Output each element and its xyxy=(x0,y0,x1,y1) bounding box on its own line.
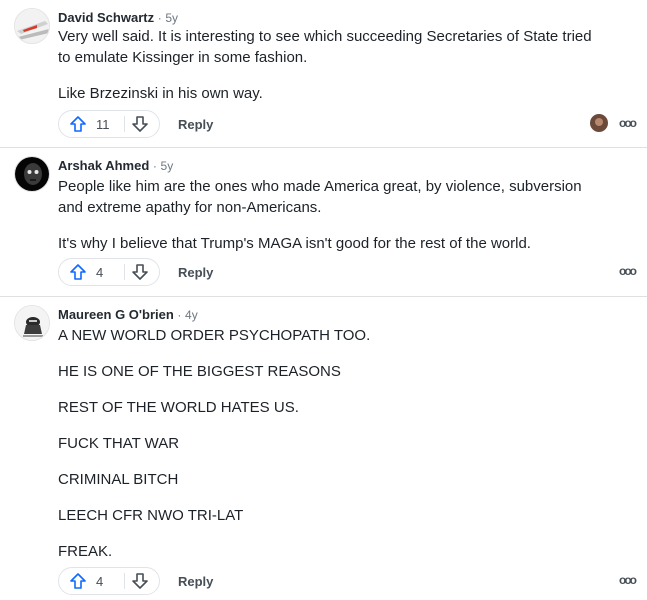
upvote-count: 4 xyxy=(96,264,104,280)
vote-divider xyxy=(124,573,125,589)
comment-item: Maureen G O'brien · 4y A NEW WORLD ORDER… xyxy=(0,297,647,600)
thumbs-up-icon xyxy=(69,572,87,590)
comment-paragraph: FREAK. xyxy=(58,543,113,560)
reply-button[interactable]: Reply xyxy=(178,574,213,589)
thumbs-down-icon xyxy=(131,572,149,590)
downvote-button[interactable] xyxy=(131,259,149,285)
comment-paragraph: People like him are the ones who made Am… xyxy=(58,178,582,216)
comment-body: A NEW WORLD ORDER PSYCHOPATH TOO. HE IS … xyxy=(58,325,607,577)
vote-divider xyxy=(124,264,125,280)
thumbs-down-icon xyxy=(131,263,149,281)
vote-divider xyxy=(124,116,125,132)
thumbs-up-icon xyxy=(69,115,87,133)
vote-box: 4 xyxy=(58,258,160,286)
comment-header: Arshak Ahmed · 5y xyxy=(58,158,173,173)
avatar[interactable] xyxy=(14,8,50,44)
thumbs-up-icon xyxy=(69,263,87,281)
more-options-button[interactable]: ooo xyxy=(619,116,637,130)
timestamp: 4y xyxy=(185,308,198,322)
comment-paragraph: Very well said. It is interesting to see… xyxy=(58,28,592,66)
avatar[interactable] xyxy=(14,156,50,192)
avatar[interactable] xyxy=(14,305,50,341)
upvote-button[interactable]: 4 xyxy=(59,568,103,594)
comment-item: Arshak Ahmed · 5y People like him are th… xyxy=(0,148,647,297)
comment-paragraph: LEECH CFR NWO TRI-LAT xyxy=(58,507,244,524)
upvote-count: 4 xyxy=(96,573,104,589)
comment-item: David Schwartz · 5y Very well said. It i… xyxy=(0,0,647,148)
comment-paragraph: A NEW WORLD ORDER PSYCHOPATH TOO. xyxy=(58,327,371,344)
author-name[interactable]: Arshak Ahmed xyxy=(58,158,149,173)
author-name[interactable]: David Schwartz xyxy=(58,10,154,25)
comment-body: People like him are the ones who made Am… xyxy=(58,176,607,269)
reply-button[interactable]: Reply xyxy=(178,265,213,280)
comment-paragraph: HE IS ONE OF THE BIGGEST REASONS xyxy=(58,363,341,380)
downvote-button[interactable] xyxy=(131,568,149,594)
comment-paragraph: It's why I believe that Trump's MAGA isn… xyxy=(58,235,531,252)
comment-paragraph: CRIMINAL BITCH xyxy=(58,471,179,488)
upvote-count: 11 xyxy=(96,116,110,132)
author-name[interactable]: Maureen G O'brien xyxy=(58,307,174,322)
comment-header: Maureen G O'brien · 4y xyxy=(58,307,198,322)
thumbs-down-icon xyxy=(131,115,149,133)
upvote-button[interactable]: 4 xyxy=(59,259,103,285)
comment-header: David Schwartz · 5y xyxy=(58,10,178,25)
downvote-button[interactable] xyxy=(131,111,149,137)
more-options-button[interactable]: ooo xyxy=(619,264,637,278)
separator: · xyxy=(177,308,182,322)
reply-button[interactable]: Reply xyxy=(178,117,213,132)
more-options-button[interactable]: ooo xyxy=(619,573,637,587)
comment-body: Very well said. It is interesting to see… xyxy=(58,26,607,119)
replier-avatar[interactable] xyxy=(590,114,608,132)
timestamp: 5y xyxy=(165,11,179,25)
upvote-button[interactable]: 11 xyxy=(59,111,110,137)
comment-paragraph: FUCK THAT WAR xyxy=(58,435,180,452)
vote-box: 4 xyxy=(58,567,160,595)
timestamp: 5y xyxy=(160,159,174,173)
separator: · xyxy=(152,159,157,173)
comment-paragraph: Like Brzezinski in his own way. xyxy=(58,85,263,102)
separator: · xyxy=(157,11,162,25)
vote-box: 11 xyxy=(58,110,160,138)
comment-paragraph: REST OF THE WORLD HATES US. xyxy=(58,399,299,416)
